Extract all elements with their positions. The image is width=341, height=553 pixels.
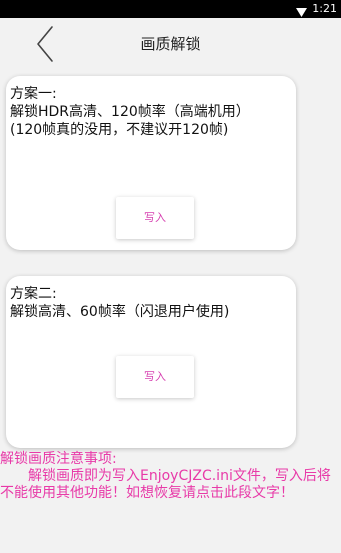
- header: 画质解锁: [0, 18, 341, 70]
- notes-title: 解锁画质注意事项:: [0, 451, 117, 467]
- option-1-title: 方案一:: [10, 86, 57, 102]
- option-2-description: 解锁高清、60帧率（闪退用户使用): [10, 304, 230, 320]
- option-1-note: (120帧真的没用，不建议开120帧): [10, 122, 229, 138]
- write-button-option-1[interactable]: 写入: [116, 197, 194, 239]
- status-bar: 1:21: [0, 0, 341, 18]
- wifi-icon: [296, 5, 308, 17]
- status-time: 1:21: [312, 2, 337, 15]
- back-button[interactable]: [30, 24, 60, 64]
- chevron-left-icon: [30, 26, 60, 68]
- status-right: 1:21: [296, 0, 337, 18]
- write-button-option-2[interactable]: 写入: [116, 356, 194, 398]
- notes-body[interactable]: 解锁画质即为写入EnjoyCJZC.ini文件，写入后将不能使用其他功能！如想恢…: [0, 468, 341, 502]
- option-card-2: 方案二: 解锁高清、60帧率（闪退用户使用) 写入: [6, 276, 296, 448]
- option-card-1: 方案一: 解锁HDR高清、120帧率（高端机用） (120帧真的没用，不建议开1…: [6, 76, 296, 250]
- option-1-description: 解锁HDR高清、120帧率（高端机用）: [10, 104, 250, 120]
- notes-section[interactable]: 解锁画质注意事项: 解锁画质即为写入EnjoyCJZC.ini文件，写入后将不能…: [0, 451, 341, 502]
- option-2-title: 方案二:: [10, 286, 57, 302]
